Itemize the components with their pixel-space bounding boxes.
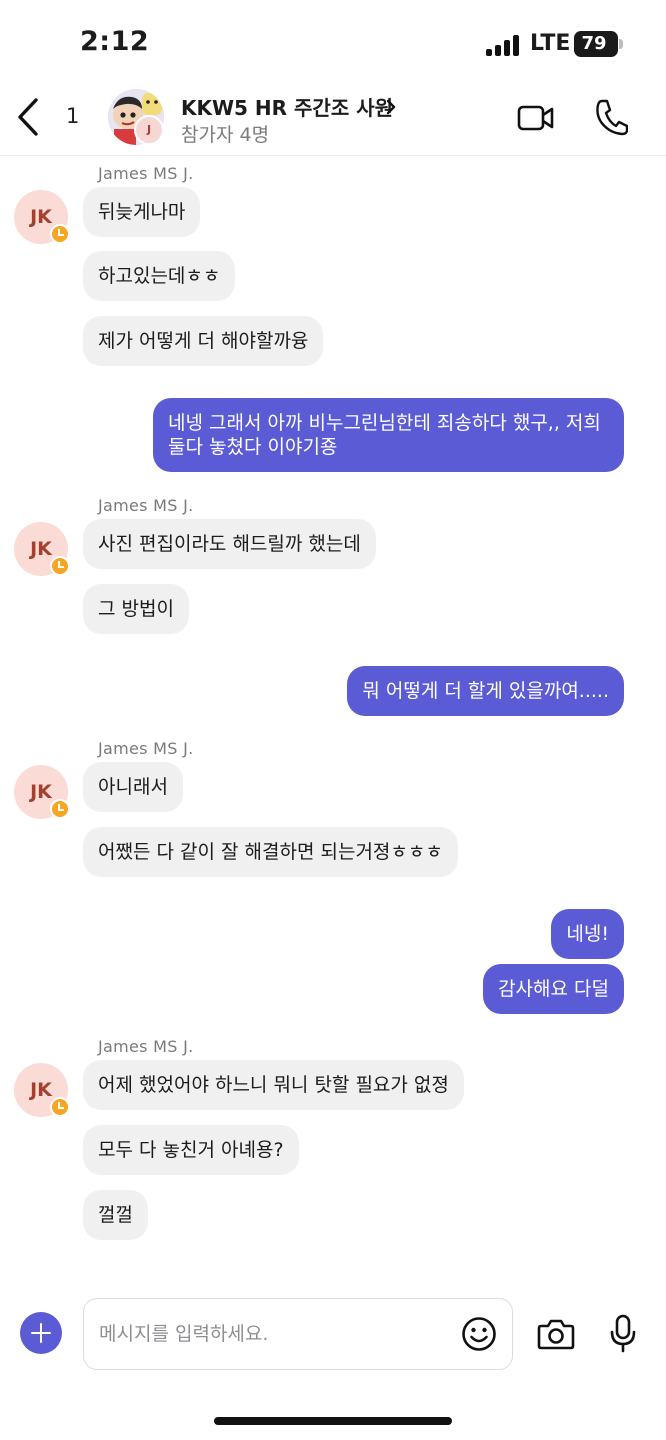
plus-icon[interactable] bbox=[20, 1312, 62, 1354]
video-call-button[interactable] bbox=[517, 104, 555, 132]
sender-avatar[interactable]: JK bbox=[14, 522, 70, 576]
camera-button[interactable] bbox=[537, 1317, 575, 1351]
outgoing-bubble[interactable]: 네넹! bbox=[551, 909, 624, 959]
incoming-bubble[interactable]: 아니래서 bbox=[83, 762, 183, 812]
incoming-bubble[interactable]: 모두 다 놓친거 아녜용? bbox=[83, 1125, 299, 1175]
unread-count[interactable]: 1 bbox=[66, 104, 79, 128]
microphone-button[interactable] bbox=[608, 1314, 638, 1354]
composer-bar bbox=[0, 1290, 666, 1380]
message-input[interactable] bbox=[83, 1298, 513, 1370]
phone-icon bbox=[596, 99, 629, 136]
incoming-bubble[interactable]: 어제 했었어야 하느니 뭐니 탓할 필요가 없졍 bbox=[83, 1060, 464, 1110]
clock-badge-icon bbox=[50, 799, 70, 819]
group-avatar[interactable]: J bbox=[108, 89, 164, 145]
outgoing-bubble[interactable]: 뭐 어떻게 더 할게 있을까여..... bbox=[347, 666, 624, 716]
clock-badge-icon bbox=[50, 1097, 70, 1117]
clock-badge-icon bbox=[50, 556, 70, 576]
battery-icon: 79 bbox=[574, 31, 618, 57]
sender-avatar[interactable]: JK bbox=[14, 1063, 70, 1117]
avatar-initials: JK bbox=[30, 1079, 52, 1101]
sender-name: James MS J. bbox=[98, 496, 194, 515]
outgoing-bubble[interactable]: 네넹 그래서 아까 비누그린님한테 죄송하다 했구,, 저희 둘다 놓쳤다 이야… bbox=[153, 398, 624, 472]
participant-count[interactable]: 참가자 4명 bbox=[181, 120, 269, 147]
incoming-bubble[interactable]: 제가 어떻게 더 해야할까융 bbox=[83, 316, 324, 366]
chevron-left-icon bbox=[18, 98, 38, 136]
chat-header: 1 J KKW5 HR 주간조 사원 참가자 4명 bbox=[0, 80, 666, 156]
member-avatar: J bbox=[134, 115, 164, 145]
incoming-bubble[interactable]: 하고있는데ㅎㅎ bbox=[83, 251, 236, 301]
sender-name: James MS J. bbox=[98, 164, 194, 183]
avatar-initials: JK bbox=[30, 538, 52, 560]
network-label: LTE bbox=[530, 31, 571, 56]
home-indicator bbox=[214, 1417, 452, 1425]
smiley-icon bbox=[462, 1317, 496, 1351]
back-button[interactable] bbox=[14, 96, 46, 138]
camera-icon bbox=[537, 1319, 575, 1350]
emoji-button[interactable] bbox=[461, 1316, 497, 1352]
status-time: 2:12 bbox=[80, 26, 150, 57]
incoming-bubble[interactable]: 어쨌든 다 같이 잘 해결하면 되는거졍ㅎㅎㅎ bbox=[83, 827, 458, 877]
sender-name: James MS J. bbox=[98, 739, 194, 758]
incoming-bubble[interactable]: 그 방법이 bbox=[83, 584, 189, 634]
sender-avatar[interactable]: JK bbox=[14, 190, 70, 244]
incoming-bubble[interactable]: 뒤늦게나마 bbox=[83, 187, 201, 237]
battery-level: 79 bbox=[581, 33, 607, 54]
message-list[interactable]: James MS J. JK 뒤늦게나마 하고있는데ㅎㅎ 제가 어떻게 더 해야… bbox=[0, 156, 666, 1286]
status-bar: 2:12 LTE 79 bbox=[0, 0, 666, 80]
clock-badge-icon bbox=[50, 224, 70, 244]
microphone-icon bbox=[610, 1314, 636, 1353]
incoming-bubble[interactable]: 사진 편집이라도 해드릴까 했는데 bbox=[83, 519, 376, 569]
sender-avatar[interactable]: JK bbox=[14, 765, 70, 819]
sender-name: James MS J. bbox=[98, 1037, 194, 1056]
outgoing-bubble[interactable]: 감사해요 다덜 bbox=[483, 964, 624, 1014]
avatar-initials: JK bbox=[30, 206, 52, 228]
incoming-bubble[interactable]: 껄껄 bbox=[83, 1190, 148, 1240]
avatar-initials: JK bbox=[30, 781, 52, 803]
video-camera-icon bbox=[517, 105, 554, 131]
battery-cap bbox=[619, 39, 623, 49]
chat-title[interactable]: KKW5 HR 주간조 사원 bbox=[181, 92, 393, 121]
voice-call-button[interactable] bbox=[594, 98, 629, 136]
signal-icon bbox=[486, 34, 522, 56]
chevron-right-icon[interactable] bbox=[384, 98, 398, 116]
